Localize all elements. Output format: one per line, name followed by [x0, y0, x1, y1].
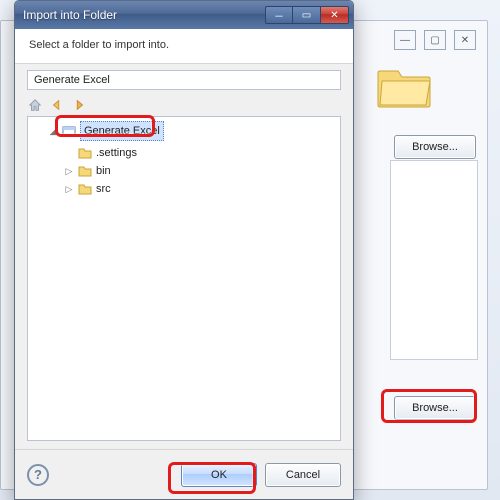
browse-button-1[interactable]: Browse...: [394, 135, 476, 159]
tree-item-label: .settings: [96, 144, 137, 162]
folder-icon: [78, 183, 92, 195]
browse-1-label: Browse...: [412, 141, 458, 153]
parent-maximize-button[interactable]: ▢: [424, 30, 446, 50]
parent-window-controls: — ▢ ✕: [394, 30, 476, 50]
dialog-title: Import into Folder: [23, 8, 265, 22]
tree-item-label: src: [96, 180, 111, 198]
folder-path-input[interactable]: [27, 70, 341, 90]
back-icon[interactable]: [49, 97, 65, 113]
dialog-banner: Select a folder to import into.: [15, 29, 353, 64]
maximize-button[interactable]: ▭: [293, 6, 321, 24]
tree-item-settings[interactable]: .settings: [62, 141, 338, 162]
home-icon[interactable]: [27, 97, 43, 113]
expand-toggle[interactable]: ◢: [48, 122, 58, 140]
tree-item-src[interactable]: ▷ src: [62, 180, 338, 198]
titlebar[interactable]: Import into Folder － ▭ ✕: [15, 1, 353, 29]
parent-browse-1-wrap: Browse...: [394, 135, 476, 159]
window-buttons: － ▭ ✕: [265, 6, 349, 24]
folder-large-icon: [376, 65, 432, 109]
minimize-glyph: —: [400, 35, 410, 46]
maximize-icon: ▭: [302, 10, 311, 21]
cancel-button[interactable]: Cancel: [265, 463, 341, 487]
parent-browse-2-wrap: Browse...: [394, 396, 476, 420]
maximize-glyph: ▢: [430, 35, 439, 46]
minimize-icon: －: [274, 8, 284, 23]
dialog-footer: ? OK Cancel: [15, 449, 353, 499]
banner-text: Select a folder to import into.: [29, 39, 169, 51]
tree-root-label: Generate Excel: [80, 121, 164, 141]
expand-toggle[interactable]: ▷: [64, 180, 74, 198]
expand-toggle[interactable]: ▷: [64, 162, 74, 180]
project-icon: [62, 125, 76, 137]
close-icon: ✕: [330, 10, 338, 21]
parent-minimize-button[interactable]: —: [394, 30, 416, 50]
folder-icon: [78, 165, 92, 177]
tree-item-label: bin: [96, 162, 111, 180]
cancel-label: Cancel: [286, 469, 320, 481]
browse-button-2[interactable]: Browse...: [394, 396, 476, 420]
tree-toolbar: [27, 94, 341, 116]
import-dialog: Import into Folder － ▭ ✕ Select a folder…: [14, 0, 354, 500]
forward-icon[interactable]: [71, 97, 87, 113]
minimize-button[interactable]: －: [265, 6, 293, 24]
ok-label: OK: [211, 469, 227, 481]
parent-close-button[interactable]: ✕: [454, 30, 476, 50]
folder-tree[interactable]: ◢ Generate Excel .settings: [27, 116, 341, 441]
close-button[interactable]: ✕: [321, 6, 349, 24]
tree-root-item[interactable]: ◢ Generate Excel .settings: [46, 121, 338, 198]
folder-icon: [78, 147, 92, 159]
tree-item-bin[interactable]: ▷ bin: [62, 162, 338, 180]
help-icon[interactable]: ?: [27, 464, 49, 486]
ok-button[interactable]: OK: [181, 463, 257, 487]
parent-list-pane: [390, 160, 478, 360]
browse-2-label: Browse...: [412, 402, 458, 414]
close-glyph: ✕: [461, 35, 469, 46]
